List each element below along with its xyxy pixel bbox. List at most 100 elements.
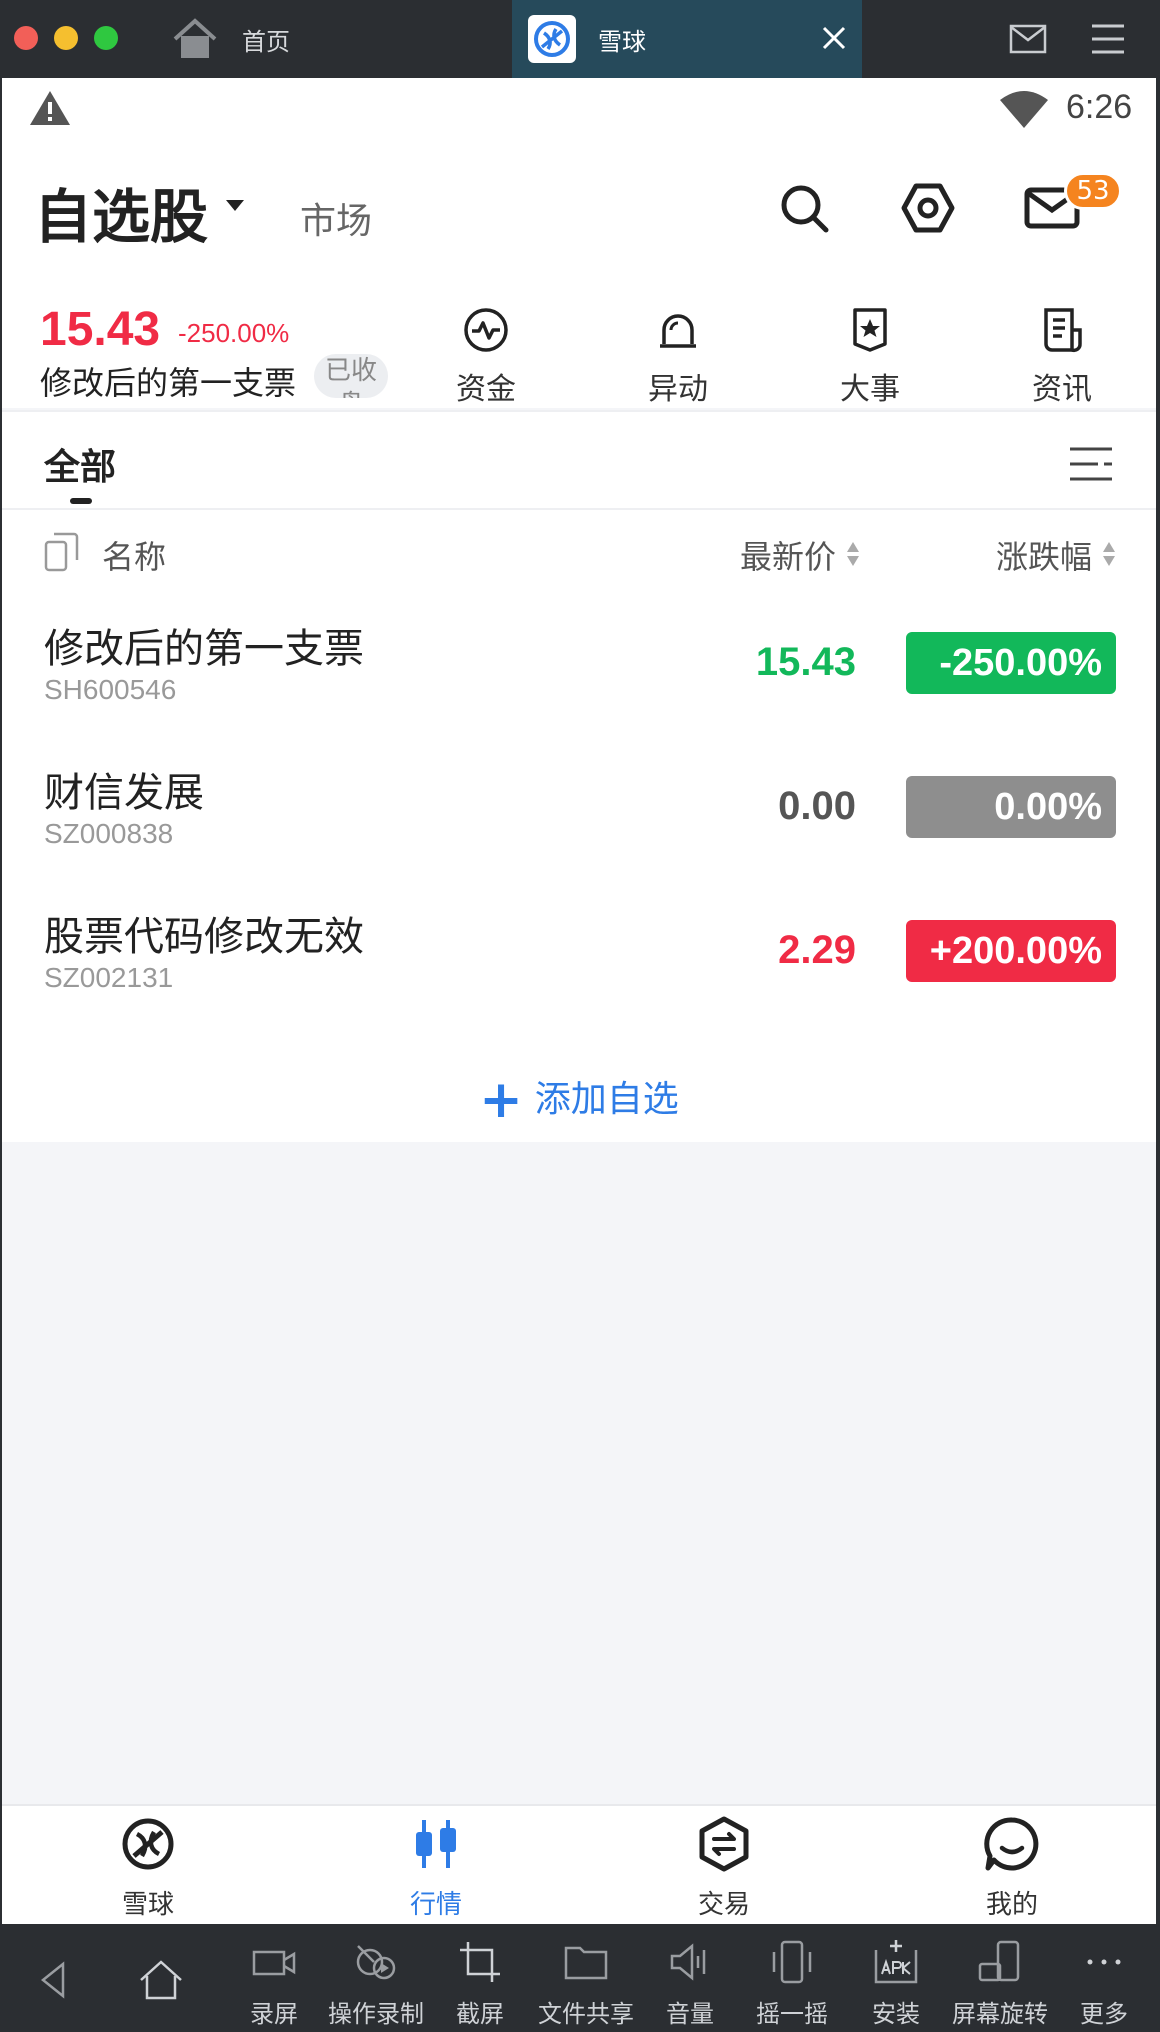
stock-change-badge[interactable]: +200.00% <box>906 920 1116 982</box>
quick-item-abnormal-label: 异动 <box>648 372 708 407</box>
toolbar-shake[interactable]: 摇一摇 <box>752 1938 832 2029</box>
alarm-bell-icon <box>660 314 696 348</box>
group-tabs: 全部 <box>2 410 1156 510</box>
column-price[interactable]: 最新价 <box>740 532 836 578</box>
stock-name: 财信发展 <box>44 770 204 816</box>
market-tab[interactable]: 市场 <box>300 192 372 244</box>
quick-change: -250.00% <box>178 318 290 348</box>
toolbar-label: 操作录制 <box>328 2000 424 2028</box>
tab-home[interactable]: 首页 <box>170 8 510 70</box>
stock-name: 修改后的第一支票 <box>44 626 364 672</box>
search-icon[interactable] <box>776 180 832 236</box>
stock-price: 2.29 <box>778 928 856 972</box>
copy-icon[interactable] <box>44 532 80 572</box>
hamburger-menu-icon[interactable] <box>1088 20 1128 58</box>
toolbar-volume[interactable]: 音量 <box>656 1938 724 2029</box>
emulator-title-bar: 首页 雪球 <box>0 0 1160 78</box>
stock-name: 股票代码修改无效 <box>44 914 364 960</box>
quick-item-news[interactable]: 资讯 <box>1002 306 1122 408</box>
home-icon <box>173 18 217 58</box>
rotate-screen-icon <box>978 1940 1020 1982</box>
stock-change-badge[interactable]: 0.00% <box>906 776 1116 838</box>
nav-market-label: 行情 <box>409 1890 462 1920</box>
toolbar-label: 更多 <box>1080 2000 1128 2028</box>
column-name: 名称 <box>102 538 167 576</box>
toolbar-record-screen[interactable]: 录屏 <box>238 1938 310 2029</box>
quick-item-abnormal[interactable]: 异动 <box>618 306 738 408</box>
table-row[interactable]: 财信发展 SZ000838 0.00 0.00% <box>2 744 1156 888</box>
close-window-button[interactable] <box>14 26 38 50</box>
watchlist: 名称 最新价 涨跌幅 修改后的第一支票 SH600546 15.43 -250.… <box>2 510 1156 1142</box>
shake-phone-icon <box>772 1940 812 1984</box>
toolbar-label: 屏幕旋转 <box>952 2000 1048 2028</box>
toolbar-label: 截屏 <box>456 2000 504 2028</box>
status-time: 6:26 <box>1066 88 1133 126</box>
bottom-nav: 雪球 行情 交易 我的 <box>2 1804 1156 1924</box>
nav-market[interactable]: 行情 <box>366 1816 506 1921</box>
market-closed-badge: 已收盘 <box>314 354 388 398</box>
nav-xueqiu[interactable]: 雪球 <box>78 1816 218 1921</box>
volume-icon <box>670 1943 706 1981</box>
toolbar-record-operation[interactable]: 操作录制 <box>324 1938 428 2029</box>
xueqiu-logo-icon <box>122 1818 174 1870</box>
nav-me[interactable]: 我的 <box>942 1816 1082 1921</box>
tab-all[interactable]: 全部 <box>44 438 116 490</box>
sort-arrows-icon[interactable] <box>1102 540 1116 568</box>
nav-trade[interactable]: 交易 <box>654 1816 794 1921</box>
quick-item-events[interactable]: 大事 <box>810 306 930 408</box>
apk-install-icon <box>874 1940 918 1984</box>
quick-item-funds-label: 资金 <box>456 372 516 407</box>
phone-screen: 6:26 自选股 市场 53 15.43 -250.00% 修改后的第一支票 已… <box>2 78 1156 1924</box>
toolbar-file-share[interactable]: 文件共享 <box>534 1938 638 2029</box>
stock-code: SZ002131 <box>44 962 174 993</box>
toolbar-label: 安装 <box>872 2000 920 2028</box>
column-change[interactable]: 涨跌幅 <box>996 532 1092 578</box>
tab-xueqiu[interactable]: 雪球 <box>512 0 862 78</box>
table-row[interactable]: 修改后的第一支票 SH600546 15.43 -250.00% <box>2 600 1156 744</box>
mail-icon[interactable] <box>1008 22 1048 56</box>
toolbar-label: 文件共享 <box>538 2000 634 2028</box>
minimize-window-button[interactable] <box>54 26 78 50</box>
list-menu-icon[interactable] <box>1068 444 1114 484</box>
toolbar-home[interactable] <box>134 1938 188 2012</box>
toolbar-label: 摇一摇 <box>756 2000 828 2028</box>
stock-change-badge[interactable]: -250.00% <box>906 632 1116 694</box>
toolbar-screenshot[interactable]: 截屏 <box>446 1938 514 2029</box>
nav-trade-label: 交易 <box>697 1890 750 1920</box>
caret-down-icon[interactable] <box>226 200 244 211</box>
tab-xueqiu-label: 雪球 <box>598 27 646 56</box>
table-row[interactable]: 股票代码修改无效 SZ002131 2.29 +200.00% <box>2 888 1156 1032</box>
trade-hex-icon <box>699 1816 749 1872</box>
quick-item-news-label: 资讯 <box>1032 372 1092 407</box>
quick-item-events-label: 大事 <box>840 372 900 407</box>
quick-item-funds[interactable]: 资金 <box>426 306 546 408</box>
maximize-window-button[interactable] <box>94 26 118 50</box>
add-watchlist-label: 添加自选 <box>534 1079 679 1120</box>
nav-me-label: 我的 <box>985 1890 1038 1920</box>
toolbar-more[interactable]: 更多 <box>1076 1938 1132 2029</box>
video-camera-icon <box>252 1950 296 1976</box>
list-header: 名称 最新价 涨跌幅 <box>2 510 1156 598</box>
back-icon <box>40 1961 65 1999</box>
close-tab-icon[interactable] <box>816 20 852 56</box>
funds-pulse-icon <box>464 308 508 352</box>
toolbar-back[interactable] <box>30 1938 80 2012</box>
toolbar-rotate[interactable]: 屏幕旋转 <box>948 1938 1052 2029</box>
add-watchlist-button[interactable]: + 添加自选 <box>2 1070 1156 1130</box>
toolbar-install[interactable]: 安装 <box>862 1938 930 2029</box>
stock-code: SZ000838 <box>44 818 174 849</box>
candlestick-icon <box>416 1820 456 1868</box>
settings-hex-icon[interactable] <box>900 180 956 236</box>
quick-stock-name[interactable]: 修改后的第一支票 <box>40 358 296 404</box>
sort-arrows-icon[interactable] <box>846 540 860 568</box>
status-bar: 6:26 <box>2 78 1156 140</box>
star-shield-icon <box>853 308 887 352</box>
app-header: 自选股 市场 53 <box>2 140 1156 288</box>
smile-chat-icon <box>984 1817 1039 1871</box>
page-title[interactable]: 自选股 <box>34 170 208 254</box>
news-doc-icon <box>1044 308 1082 353</box>
quick-price[interactable]: 15.43 <box>40 302 160 357</box>
xueqiu-app-icon <box>528 15 576 63</box>
message-count-badge: 53 <box>1064 172 1122 210</box>
home-icon <box>140 1960 182 2000</box>
